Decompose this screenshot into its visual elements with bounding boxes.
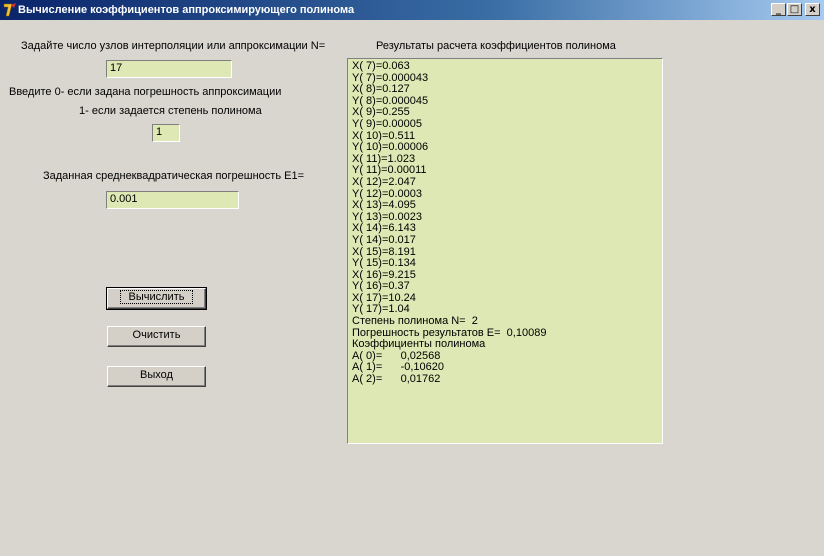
result-line: Y( 14)=0.017 bbox=[352, 233, 416, 246]
results-textarea[interactable]: X( 7)=0.063 Y( 7)=0.000043 X( 8)=0.127 Y( 8… bbox=[347, 58, 663, 444]
clear-button[interactable]: Очистить bbox=[107, 326, 206, 347]
close-button[interactable]: x bbox=[805, 3, 820, 16]
window-title: Вычисление коэффициентов аппроксимирующе… bbox=[18, 4, 355, 16]
result-line: A( 2)= 0,01762 bbox=[352, 373, 441, 386]
result-line: X( 13)=4.095 bbox=[352, 199, 416, 212]
compute-button-label: Вычислить bbox=[119, 290, 194, 304]
result-line: Y( 9)=0.00005 bbox=[352, 117, 423, 130]
result-line: X( 7)=0.063 bbox=[352, 60, 410, 72]
error-input[interactable]: 0.001 bbox=[106, 191, 239, 209]
mode-label-line2: 1- если задается степень полинома bbox=[79, 105, 262, 117]
nodes-input[interactable]: 17 bbox=[106, 60, 232, 78]
result-line: Y( 10)=0.00006 bbox=[352, 141, 429, 154]
mode-label-line1: Введите 0- если задана погрешность аппро… bbox=[9, 86, 282, 98]
result-line: Y( 15)=0.134 bbox=[352, 257, 416, 270]
title-bar: Вычисление коэффициентов аппроксимирующе… bbox=[0, 0, 824, 20]
minimize-button[interactable]: _ bbox=[771, 3, 786, 16]
app-icon bbox=[3, 3, 16, 17]
error-label: Заданная среднеквадратическая погрешност… bbox=[43, 170, 305, 182]
results-header: Результаты расчета коэффициентов полином… bbox=[376, 40, 616, 52]
result-line: X( 12)=2.047 bbox=[352, 175, 416, 188]
result-line: Степень полинома N= 2 bbox=[352, 315, 478, 328]
maximize-button[interactable]: □ bbox=[787, 3, 802, 16]
mode-input[interactable]: 1 bbox=[152, 124, 180, 142]
nodes-label: Задайте число узлов интерполяции или апп… bbox=[21, 40, 326, 52]
compute-button[interactable]: Вычислить bbox=[106, 287, 207, 310]
exit-button[interactable]: Выход bbox=[107, 366, 206, 387]
